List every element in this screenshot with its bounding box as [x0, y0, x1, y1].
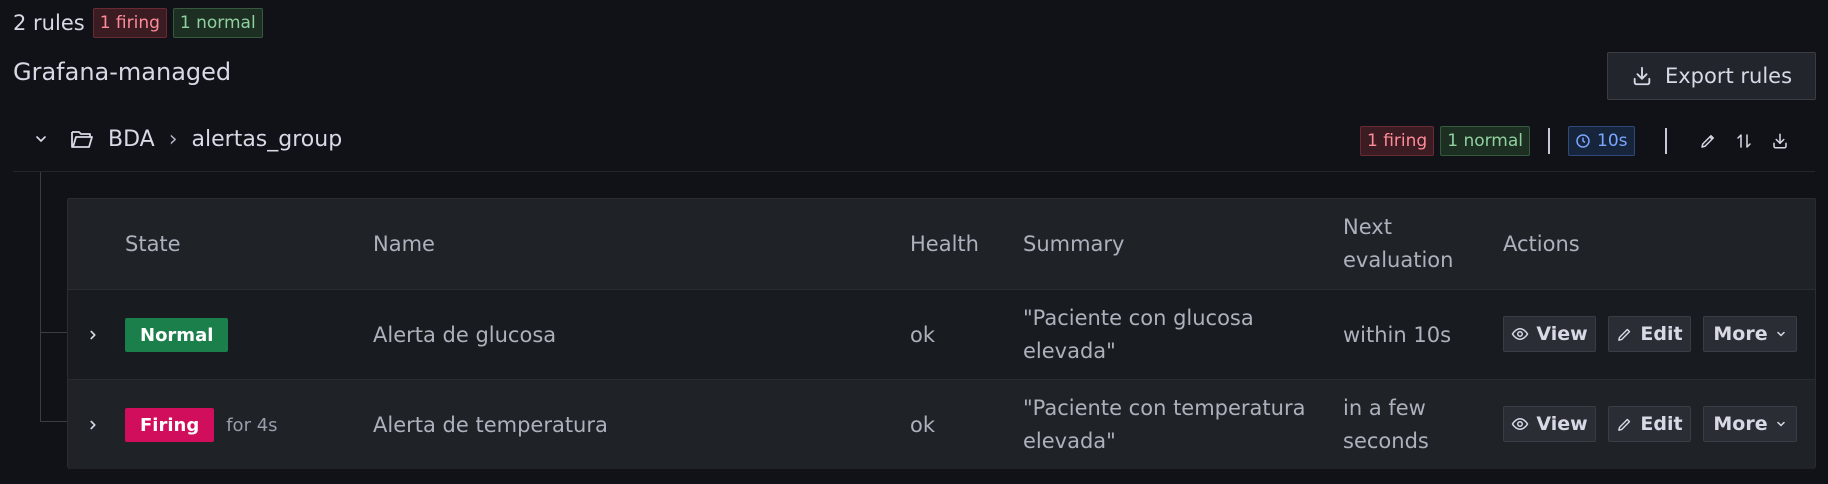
rule-count: 2 rules: [13, 11, 85, 35]
tree-line: [40, 172, 41, 422]
group-name[interactable]: alertas_group: [192, 127, 343, 152]
clock-icon: [1575, 133, 1591, 149]
state-cell: Normal: [125, 290, 229, 380]
header-state: State: [125, 231, 181, 256]
view-button[interactable]: View: [1503, 316, 1596, 352]
firing-duration: for 4s: [226, 414, 278, 436]
folder-name[interactable]: BDA: [108, 127, 155, 152]
edit-label: Edit: [1640, 323, 1683, 345]
header-actions: Actions: [1503, 231, 1580, 256]
group-firing-badge: 1 firing: [1360, 126, 1435, 156]
next-evaluation-line1: in a few: [1343, 396, 1426, 420]
header-next-evaluation: Next evaluation: [1343, 199, 1453, 289]
rules-summary: 2 rules 1 firing 1 normal: [13, 8, 263, 38]
group-divider: [13, 171, 1815, 172]
group-normal-badge: 1 normal: [1440, 126, 1531, 156]
tree-branch: [40, 332, 68, 333]
header-summary: Summary: [1023, 231, 1125, 256]
summary-line2: elevada": [1023, 429, 1116, 453]
download-icon: [1631, 65, 1653, 87]
state-badge-firing: Firing: [125, 408, 215, 442]
pencil-icon: [1616, 416, 1633, 433]
eye-icon: [1511, 325, 1529, 343]
view-label: View: [1536, 413, 1588, 435]
divider: [1548, 128, 1551, 154]
edit-button[interactable]: Edit: [1608, 316, 1691, 352]
header-next-evaluation-line2: evaluation: [1343, 248, 1454, 272]
more-button[interactable]: More: [1703, 316, 1797, 352]
more-label: More: [1713, 413, 1768, 435]
header-next-evaluation-line1: Next: [1343, 215, 1392, 239]
normal-count-badge: 1 normal: [172, 8, 263, 38]
summary-line1: "Paciente con temperatura: [1023, 396, 1306, 420]
state-cell: Firing for 4s: [125, 380, 278, 470]
collapse-group-chevron-down-icon[interactable]: [26, 124, 56, 154]
rule-name: Alerta de glucosa: [373, 322, 557, 347]
table-row: Normal Alerta de glucosa ok "Paciente co…: [68, 289, 1815, 379]
rules-table: State Name Health Summary Next evaluatio…: [67, 198, 1816, 469]
section-title: Grafana-managed: [13, 58, 232, 86]
pencil-icon: [1616, 326, 1633, 343]
more-button[interactable]: More: [1703, 406, 1797, 442]
export-rules-label: Export rules: [1664, 64, 1793, 88]
header-health: Health: [910, 231, 979, 256]
rule-group-header: BDA › alertas_group: [26, 124, 342, 154]
health-value: ok: [910, 412, 936, 437]
rule-name: Alerta de temperatura: [373, 412, 608, 437]
expand-row-chevron-right-icon[interactable]: [78, 320, 108, 350]
more-label: More: [1713, 323, 1768, 345]
edit-button[interactable]: Edit: [1608, 406, 1691, 442]
interval-value: 10s: [1597, 131, 1628, 151]
eye-icon: [1511, 415, 1529, 433]
export-rules-button[interactable]: Export rules: [1607, 52, 1816, 100]
tree-branch: [40, 421, 68, 422]
folder-open-icon: [70, 128, 94, 150]
edit-group-pencil-icon[interactable]: [1693, 126, 1723, 156]
view-button[interactable]: View: [1503, 406, 1596, 442]
summary-cell: "Paciente con temperatura elevada": [1023, 380, 1305, 470]
summary-line1: "Paciente con glucosa: [1023, 306, 1254, 330]
summary-cell: "Paciente con glucosa elevada": [1023, 290, 1254, 380]
group-status-and-tools: 1 firing 1 normal 10s: [1360, 126, 1795, 156]
breadcrumb-separator: ›: [168, 126, 178, 152]
chevron-down-small-icon: [1775, 328, 1787, 340]
view-label: View: [1536, 323, 1588, 345]
state-badge-normal: Normal: [125, 318, 229, 352]
next-evaluation: in a few seconds: [1343, 380, 1429, 470]
next-evaluation-line2: seconds: [1343, 429, 1429, 453]
firing-count-badge: 1 firing: [92, 8, 167, 38]
table-header: State Name Health Summary Next evaluatio…: [68, 199, 1815, 289]
health-value: ok: [910, 322, 936, 347]
edit-label: Edit: [1640, 413, 1683, 435]
expand-row-chevron-right-icon[interactable]: [78, 410, 108, 440]
header-name: Name: [373, 231, 435, 256]
export-group-download-icon[interactable]: [1765, 126, 1795, 156]
divider: [1664, 128, 1667, 154]
table-row: Firing for 4s Alerta de temperatura ok "…: [68, 379, 1815, 469]
evaluation-interval-badge: 10s: [1568, 126, 1635, 156]
next-evaluation: within 10s: [1343, 322, 1452, 347]
reorder-sort-icon[interactable]: [1729, 126, 1759, 156]
summary-line2: elevada": [1023, 339, 1116, 363]
chevron-down-small-icon: [1775, 418, 1787, 430]
